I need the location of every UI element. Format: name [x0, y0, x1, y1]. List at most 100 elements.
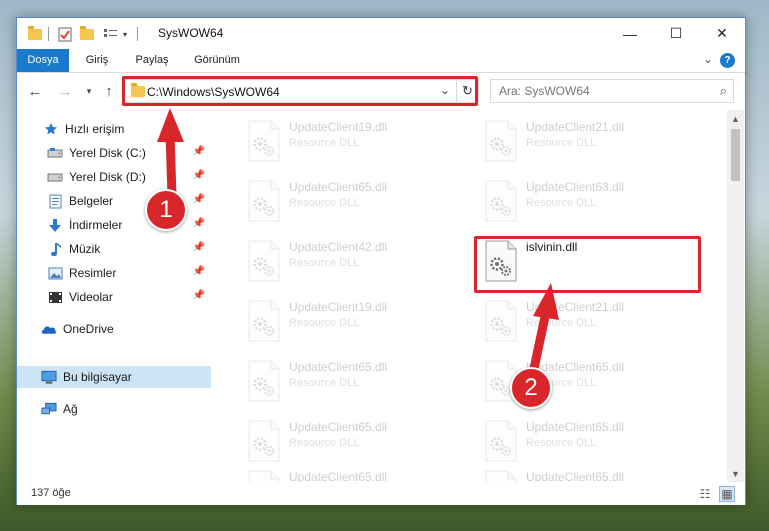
- file-item[interactable]: UpdateClient42.dll Resource DLL: [237, 238, 462, 290]
- tab-gorunum[interactable]: Görünüm: [187, 49, 247, 72]
- file-item[interactable]: UpdateClient65.dll Resource DLL: [237, 178, 462, 230]
- sidebar-item-videos[interactable]: Videolar 📌: [17, 286, 211, 308]
- ribbon-tabs: Dosya Giriş Paylaş Görünüm ⌄ ?: [17, 49, 745, 73]
- downloads-icon: [47, 217, 63, 233]
- pictures-icon: [47, 265, 63, 281]
- file-item[interactable]: UpdateClient65.dll Resource DLL: [237, 418, 462, 470]
- tab-dosya[interactable]: Dosya: [17, 49, 69, 72]
- scroll-up-icon[interactable]: ▲: [727, 110, 744, 127]
- music-icon: [47, 241, 63, 257]
- tab-paylas[interactable]: Paylaş: [129, 49, 175, 72]
- sidebar-item-pictures[interactable]: Resimler 📌: [17, 262, 211, 284]
- sidebar-item-label: OneDrive: [63, 322, 114, 336]
- help-icon[interactable]: ?: [720, 53, 735, 68]
- status-bar: 137 öğe ☷ ▦: [17, 483, 745, 505]
- file-item[interactable]: UpdateClient65.dll Resource DLL: [474, 418, 699, 470]
- dll-file-icon: [484, 180, 518, 222]
- pin-icon[interactable]: 📌: [193, 242, 205, 253]
- sidebar-item-label: İndirmeler: [69, 218, 123, 232]
- star-icon: [43, 121, 59, 137]
- address-highlight-box: [122, 76, 478, 106]
- title-separator-2: [137, 27, 138, 41]
- qa-dropdown-icon[interactable]: ▾: [117, 26, 133, 42]
- pin-icon[interactable]: 📌: [193, 170, 205, 181]
- computer-icon: [41, 369, 57, 385]
- dll-file-icon: [484, 120, 518, 162]
- recent-locations-icon[interactable]: ▾: [79, 81, 99, 101]
- file-item[interactable]: UpdateClient19.dll Resource DLL: [237, 298, 462, 350]
- dll-file-icon: [247, 470, 281, 482]
- sidebar-item-quick-access[interactable]: Hızlı erişim: [17, 118, 211, 140]
- search-icon[interactable]: ⌕: [720, 83, 727, 99]
- customize-toolbar-icon[interactable]: [102, 26, 118, 42]
- file-type: Resource DLL: [526, 437, 597, 449]
- title-separator: [48, 27, 49, 41]
- drive-icon: [47, 145, 63, 161]
- vertical-scrollbar[interactable]: ▲ ▼: [727, 110, 744, 482]
- pin-icon[interactable]: 📌: [193, 194, 205, 205]
- window-title: SysWOW64: [158, 26, 224, 40]
- sidebar-item-network[interactable]: Ağ: [17, 398, 211, 420]
- file-item[interactable]: UpdateClient65.dll Resource DLL: [237, 358, 462, 410]
- file-name: UpdateClient65.dll: [289, 180, 388, 194]
- details-view-icon[interactable]: ☷: [697, 486, 713, 502]
- sidebar-item-label: Belgeler: [69, 194, 114, 208]
- file-name: UpdateClient65.dll: [289, 360, 388, 374]
- properties-icon[interactable]: [57, 26, 73, 42]
- pin-icon[interactable]: 📌: [193, 146, 205, 157]
- maximize-button[interactable]: ☐: [653, 18, 699, 49]
- documents-icon: [47, 193, 63, 209]
- search-box[interactable]: ⌕: [490, 79, 734, 103]
- pin-icon[interactable]: 📌: [193, 218, 205, 229]
- minimize-button[interactable]: —: [607, 18, 653, 49]
- file-name: UpdateClient65.dll: [289, 470, 388, 482]
- large-icons-view-icon[interactable]: ▦: [719, 486, 735, 502]
- file-item[interactable]: UpdateClient19.dll Resource DLL: [237, 118, 462, 170]
- file-name: UpdateClient65.dll: [289, 420, 388, 434]
- folder-icon: [27, 25, 43, 42]
- up-arrow-icon[interactable]: ↑: [99, 81, 119, 101]
- tab-giris[interactable]: Giriş: [77, 49, 117, 72]
- file-item[interactable]: UpdateClient65.dll Resource DLL: [237, 468, 462, 482]
- title-bar: ▾ SysWOW64 — ☐ ✕: [17, 18, 745, 49]
- step-badge-1-label: 1: [159, 196, 173, 223]
- file-item[interactable]: UpdateClient21.dll Resource DLL: [474, 118, 699, 170]
- pin-icon[interactable]: 📌: [193, 266, 205, 277]
- forward-arrow-icon[interactable]: →: [55, 81, 75, 101]
- file-name: UpdateClient42.dll: [289, 240, 388, 254]
- search-input[interactable]: [499, 81, 699, 101]
- pin-icon[interactable]: 📌: [193, 290, 205, 301]
- network-icon: [41, 401, 57, 417]
- step-badge-1: 1: [145, 189, 187, 231]
- sidebar-item-label: Yerel Disk (C:): [69, 146, 146, 160]
- file-item[interactable]: UpdateClient63.dll Resource DLL: [474, 178, 699, 230]
- file-item[interactable]: UpdateClient65.dll Resource DLL: [474, 468, 699, 482]
- expand-ribbon-icon[interactable]: ⌄: [703, 52, 713, 66]
- scroll-thumb[interactable]: [731, 129, 740, 181]
- drive-icon: [47, 169, 63, 185]
- file-name: UpdateClient65.dll: [526, 420, 625, 434]
- close-button[interactable]: ✕: [699, 18, 745, 49]
- scroll-down-icon[interactable]: ▼: [727, 465, 744, 482]
- dll-file-icon: [247, 300, 281, 342]
- sidebar-item-music[interactable]: Müzik 📌: [17, 238, 211, 260]
- sidebar-item-this-pc[interactable]: Bu bilgisayar: [17, 366, 211, 388]
- dll-file-icon: [484, 300, 518, 342]
- dll-file-icon: [247, 240, 281, 282]
- sidebar-item-label: Resimler: [69, 266, 117, 280]
- file-list: UpdateClient19.dll Resource DLL UpdateCl…: [212, 110, 726, 482]
- dll-file-icon: [247, 180, 281, 222]
- step-badge-2-label: 2: [524, 374, 538, 401]
- file-type: Resource DLL: [289, 197, 360, 209]
- sidebar-item-label: Ağ: [63, 402, 78, 416]
- dll-file-icon: [247, 420, 281, 462]
- new-folder-icon[interactable]: [79, 25, 95, 42]
- sidebar-item-disk-d[interactable]: Yerel Disk (D:) 📌: [17, 166, 211, 188]
- file-item[interactable]: UpdateClient21.dll Resource DLL: [474, 298, 699, 350]
- back-arrow-icon[interactable]: ←: [25, 81, 45, 101]
- file-item[interactable]: UpdateClient65.dll Resource DLL: [474, 358, 699, 410]
- navigation-bar: ← → ▾ ↑ C:\Windows\SysWOW64 ⌄ ↻ ⌕: [17, 74, 745, 108]
- sidebar-item-onedrive[interactable]: OneDrive: [17, 318, 211, 340]
- sidebar-item-disk-c[interactable]: Yerel Disk (C:) 📌: [17, 142, 211, 164]
- file-name: UpdateClient19.dll: [289, 120, 388, 134]
